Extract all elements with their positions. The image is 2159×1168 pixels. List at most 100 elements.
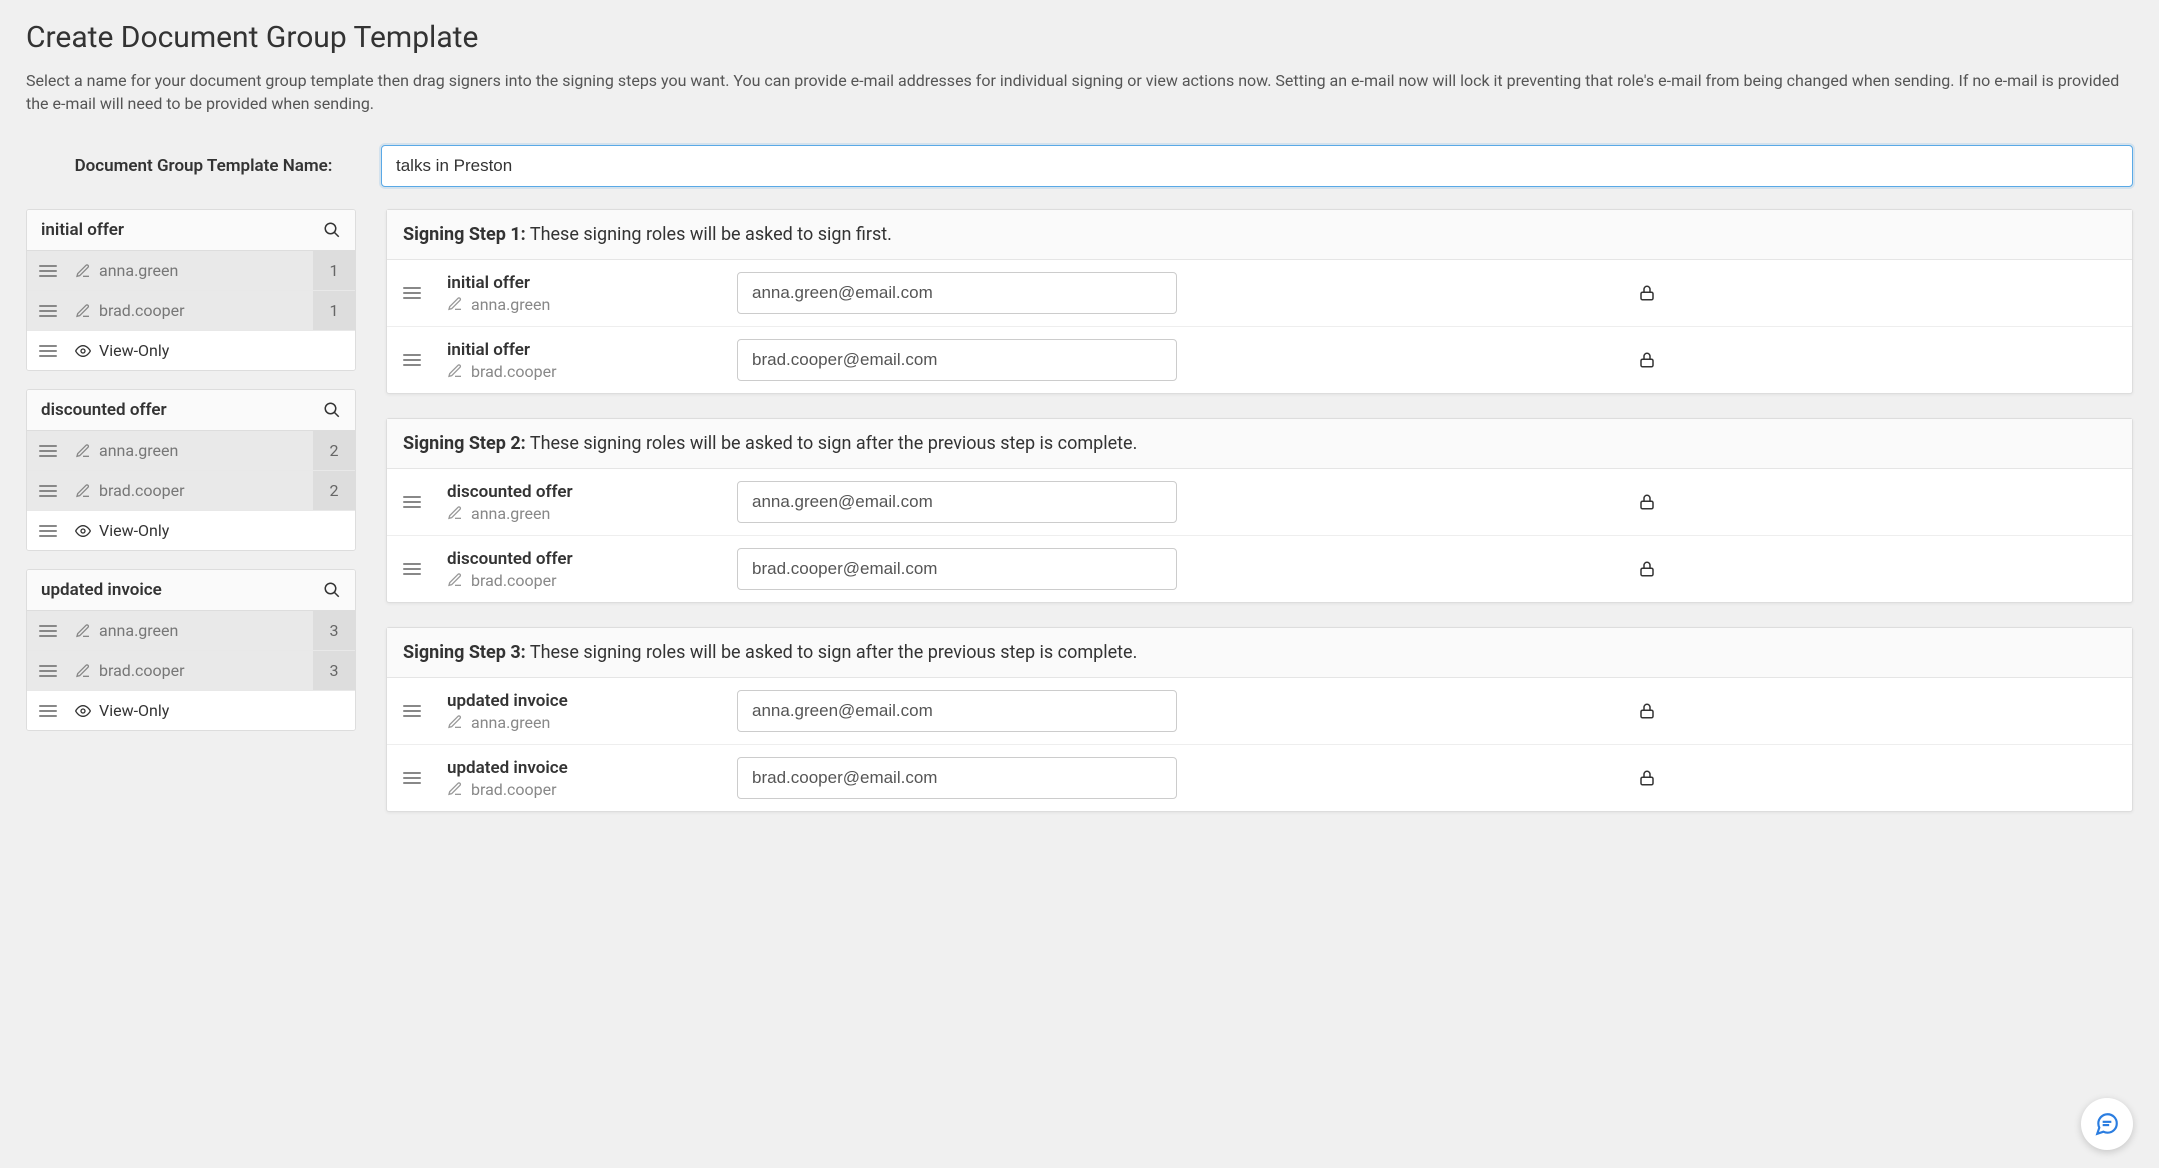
document-role-row[interactable]: anna.green 2 (27, 431, 355, 471)
step-row-role: anna.green (471, 504, 737, 523)
template-name-input[interactable] (381, 145, 2133, 187)
drag-handle-icon[interactable] (403, 563, 421, 575)
email-input[interactable] (737, 690, 1177, 732)
drag-handle-icon[interactable] (39, 705, 57, 717)
document-card: updated invoice anna.green 3 brad.cooper… (26, 569, 356, 731)
drag-handle-icon[interactable] (39, 625, 57, 637)
document-role-row[interactable]: anna.green 3 (27, 611, 355, 651)
role-name: brad.cooper (99, 481, 313, 500)
sign-icon (447, 781, 463, 797)
email-input[interactable] (737, 548, 1177, 590)
chat-button[interactable] (2081, 1098, 2133, 1150)
signing-step-card: Signing Step 1: These signing roles will… (386, 209, 2133, 394)
document-title: discounted offer (41, 400, 167, 420)
drag-handle-icon[interactable] (403, 496, 421, 508)
lock-icon[interactable] (1638, 768, 1656, 788)
signing-step-row: discounted offer anna.green (387, 469, 2132, 536)
step-row-role: brad.cooper (471, 780, 737, 799)
document-title: initial offer (41, 220, 124, 240)
step-row-role: anna.green (471, 295, 737, 314)
view-only-row[interactable]: View-Only (27, 511, 355, 550)
drag-handle-icon[interactable] (403, 705, 421, 717)
step-badge: 2 (313, 431, 355, 470)
drag-handle-icon[interactable] (39, 525, 57, 537)
signing-step-header: Signing Step 2: These signing roles will… (387, 419, 2132, 469)
document-role-row[interactable]: brad.cooper 2 (27, 471, 355, 511)
documents-sidebar: initial offer anna.green 1 brad.cooper 1… (26, 209, 356, 812)
drag-handle-icon[interactable] (39, 445, 57, 457)
step-label-rest: These signing roles will be asked to sig… (526, 433, 1138, 454)
role-name: brad.cooper (99, 661, 313, 680)
email-input[interactable] (737, 272, 1177, 314)
signing-steps-main: Signing Step 1: These signing roles will… (386, 209, 2133, 812)
signing-step-row: initial offer anna.green (387, 260, 2132, 327)
lock-icon[interactable] (1638, 492, 1656, 512)
step-badge: 2 (313, 471, 355, 510)
sign-icon (447, 572, 463, 588)
step-label-prefix: Signing Step 3: (403, 642, 526, 663)
eye-icon (75, 703, 91, 719)
search-icon[interactable] (323, 401, 341, 419)
step-label-rest: These signing roles will be asked to sig… (526, 642, 1138, 663)
lock-icon[interactable] (1638, 350, 1656, 370)
page-description: Select a name for your document group te… (26, 69, 2133, 115)
step-label-prefix: Signing Step 1: (403, 224, 526, 245)
sign-icon (447, 505, 463, 521)
role-name: anna.green (99, 261, 313, 280)
step-row-role: brad.cooper (471, 571, 737, 590)
drag-handle-icon[interactable] (403, 287, 421, 299)
view-only-label: View-Only (99, 521, 343, 540)
signing-step-card: Signing Step 3: These signing roles will… (386, 627, 2133, 812)
document-role-row[interactable]: brad.cooper 1 (27, 291, 355, 331)
step-badge: 3 (313, 651, 355, 690)
view-only-label: View-Only (99, 701, 343, 720)
drag-handle-icon[interactable] (39, 665, 57, 677)
step-row-document: discounted offer (447, 482, 737, 502)
drag-handle-icon[interactable] (39, 345, 57, 357)
step-row-role: brad.cooper (471, 362, 737, 381)
step-row-document: updated invoice (447, 691, 737, 711)
email-input[interactable] (737, 339, 1177, 381)
document-card: initial offer anna.green 1 brad.cooper 1… (26, 209, 356, 371)
sign-icon (447, 714, 463, 730)
signing-step-row: discounted offer brad.cooper (387, 536, 2132, 602)
step-badge: 1 (313, 251, 355, 290)
document-role-row[interactable]: anna.green 1 (27, 251, 355, 291)
sign-icon (75, 663, 91, 679)
step-label-rest: These signing roles will be asked to sig… (526, 224, 892, 245)
sign-icon (75, 263, 91, 279)
view-only-row[interactable]: View-Only (27, 691, 355, 730)
step-label-prefix: Signing Step 2: (403, 433, 526, 454)
email-input[interactable] (737, 757, 1177, 799)
page-title: Create Document Group Template (26, 20, 2133, 55)
lock-icon[interactable] (1638, 559, 1656, 579)
drag-handle-icon[interactable] (39, 265, 57, 277)
step-row-document: initial offer (447, 273, 737, 293)
sign-icon (75, 483, 91, 499)
template-name-row: Document Group Template Name: (26, 145, 2133, 187)
drag-handle-icon[interactable] (403, 354, 421, 366)
signing-step-header: Signing Step 1: These signing roles will… (387, 210, 2132, 260)
sign-icon (75, 623, 91, 639)
role-name: anna.green (99, 621, 313, 640)
view-only-label: View-Only (99, 341, 343, 360)
drag-handle-icon[interactable] (39, 485, 57, 497)
drag-handle-icon[interactable] (403, 772, 421, 784)
document-card: discounted offer anna.green 2 brad.coope… (26, 389, 356, 551)
signing-step-row: updated invoice brad.cooper (387, 745, 2132, 811)
lock-icon[interactable] (1638, 701, 1656, 721)
document-role-row[interactable]: brad.cooper 3 (27, 651, 355, 691)
view-only-row[interactable]: View-Only (27, 331, 355, 370)
signing-step-row: updated invoice anna.green (387, 678, 2132, 745)
lock-icon[interactable] (1638, 283, 1656, 303)
role-name: anna.green (99, 441, 313, 460)
email-input[interactable] (737, 481, 1177, 523)
step-row-document: initial offer (447, 340, 737, 360)
chat-icon (2094, 1111, 2120, 1137)
sign-icon (447, 363, 463, 379)
search-icon[interactable] (323, 221, 341, 239)
drag-handle-icon[interactable] (39, 305, 57, 317)
eye-icon (75, 343, 91, 359)
sign-icon (447, 296, 463, 312)
search-icon[interactable] (323, 581, 341, 599)
